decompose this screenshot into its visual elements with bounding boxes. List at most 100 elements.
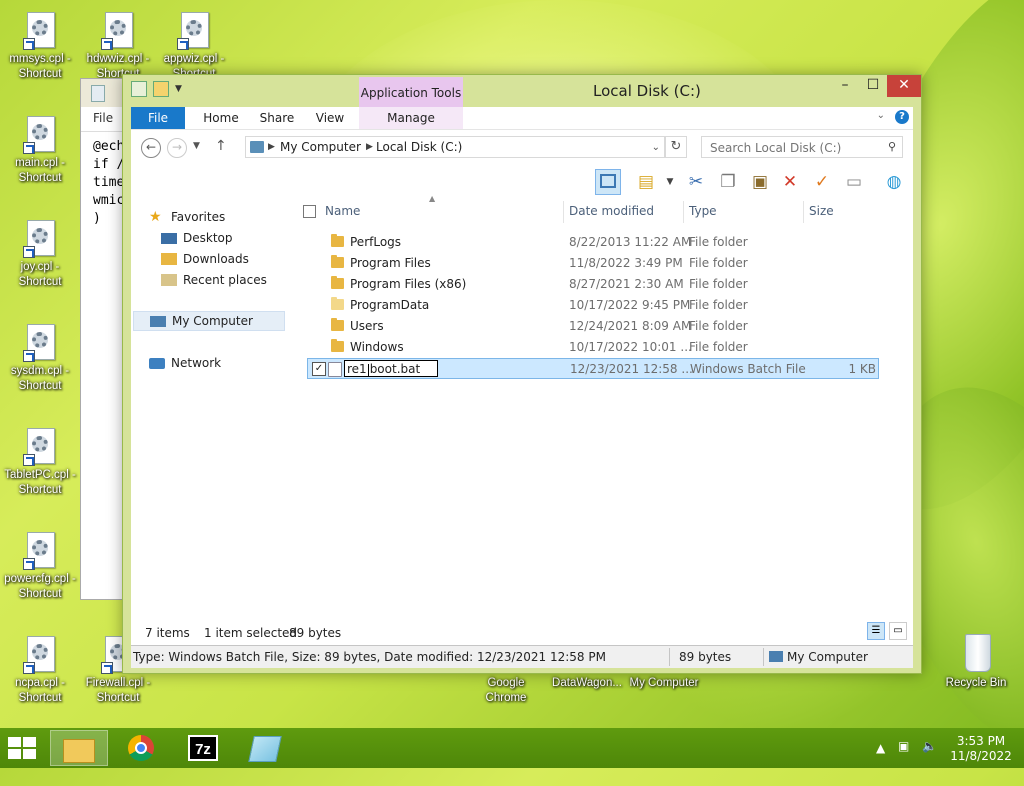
column-header-date[interactable]: Date modified — [569, 199, 654, 223]
tab-view[interactable]: View — [305, 107, 355, 129]
desktop-icon-main[interactable]: main.cpl - Shortcut — [0, 116, 80, 186]
tab-manage[interactable]: Manage — [359, 107, 463, 129]
view-options-icon[interactable]: ▤ — [633, 169, 659, 195]
control-panel-icon — [186, 20, 202, 36]
copy-icon[interactable]: ❐ — [715, 169, 741, 195]
shortcut-arrow-icon — [23, 38, 35, 50]
column-separator[interactable] — [683, 201, 684, 223]
notepad-icon — [91, 85, 105, 102]
desktop-icon-appwiz[interactable]: appwiz.cpl - Shortcut — [154, 12, 234, 82]
desktop-icon-powercfg[interactable]: powercfg.cpl - Shortcut — [0, 532, 80, 602]
refresh-button[interactable]: ↻ — [665, 136, 687, 158]
desktop-icon-mmsys[interactable]: mmsys.cpl - Shortcut — [0, 12, 80, 82]
nav-downloads[interactable]: Downloads — [161, 249, 249, 269]
search-box[interactable]: ⚲ — [701, 136, 903, 158]
file-date: 12/23/2021 12:58 ... — [570, 362, 693, 376]
tab-file[interactable]: File — [131, 107, 185, 129]
chrome-icon — [128, 735, 154, 761]
nav-network[interactable]: Network — [149, 353, 221, 373]
file-name: Program Files (x86) — [350, 277, 467, 291]
window-titlebar[interactable]: ▼ Application Tools Local Disk (C:) – ☐ … — [123, 75, 921, 107]
column-header-name[interactable]: Name — [325, 199, 360, 223]
properties-icon[interactable] — [131, 81, 147, 97]
help-icon[interactable]: ? — [895, 110, 909, 124]
file-row-programdata[interactable]: ProgramData 10/17/2022 9:45 PM File fold… — [307, 295, 879, 316]
preview-pane-button[interactable] — [595, 169, 621, 195]
delete-icon[interactable]: ✕ — [777, 169, 803, 195]
recent-locations-chevron-icon[interactable]: ▼ — [193, 141, 200, 151]
minimize-button[interactable]: – — [831, 75, 859, 97]
desktop-icon-tabletpc[interactable]: TabletPC.cpl - Shortcut — [0, 428, 80, 498]
file-name: PerfLogs — [350, 235, 402, 249]
customize-qat-icon[interactable]: ▼ — [175, 84, 182, 94]
desktop-icon-label: joy.cpl - Shortcut — [18, 261, 62, 288]
control-panel-icon — [32, 124, 48, 140]
details-view-button[interactable]: ☰ — [867, 622, 885, 640]
desktop-icon-sysdm[interactable]: sysdm.cpl - Shortcut — [0, 324, 80, 394]
start-button[interactable] — [8, 737, 36, 759]
taskbar-file-explorer[interactable] — [50, 730, 108, 766]
file-row-program-files-x86[interactable]: Program Files (x86) 8/27/2021 2:30 AM Fi… — [307, 274, 879, 295]
desktop-icon-hdwwiz[interactable]: hdwwiz.cpl - Shortcut — [78, 12, 158, 82]
search-input[interactable] — [708, 138, 882, 158]
column-header-type[interactable]: Type — [689, 199, 717, 223]
column-header-size[interactable]: Size — [809, 199, 834, 223]
globe-icon[interactable]: ◍ — [881, 169, 907, 195]
tab-home[interactable]: Home — [193, 107, 249, 129]
breadcrumb-my-computer[interactable]: My Computer — [280, 140, 361, 154]
back-button[interactable]: ← — [141, 138, 161, 158]
search-icon[interactable]: ⚲ — [888, 140, 896, 153]
tab-share[interactable]: Share — [249, 107, 305, 129]
view-options-dropdown-icon[interactable]: ▼ — [657, 169, 683, 195]
taskbar-chrome[interactable] — [112, 730, 170, 766]
network-icon[interactable]: ▣ — [898, 739, 909, 754]
large-icons-view-button[interactable]: ▭ — [889, 622, 907, 640]
desktop-icon-recycle-bin[interactable]: Recycle Bin — [936, 630, 1016, 691]
nav-desktop[interactable]: Desktop — [161, 228, 233, 248]
breadcrumb-arrow-icon: ▶ — [268, 142, 275, 152]
nav-favorites[interactable]: ★ Favorites — [149, 207, 225, 227]
up-button[interactable]: ↑ — [215, 138, 227, 154]
breadcrumb-arrow-icon: ▶ — [366, 142, 373, 152]
rename-check-icon[interactable]: ✓ — [809, 169, 835, 195]
paste-icon[interactable]: ▣ — [747, 169, 773, 195]
desktop-icon-label: sysdm.cpl - Shortcut — [10, 365, 70, 392]
row-checkbox[interactable]: ✓ — [312, 362, 326, 376]
desktop-icon-joy[interactable]: joy.cpl - Shortcut — [0, 220, 80, 290]
desktop-icon-chrome[interactable]: Google Chrome — [466, 676, 546, 706]
address-dropdown-icon[interactable]: ⌄ — [652, 142, 660, 153]
volume-muted-icon[interactable]: 🔈 — [922, 739, 937, 754]
address-bar[interactable]: ▶ My Computer ▶ Local Disk (C:) ⌄ — [245, 136, 665, 158]
file-row-windows[interactable]: Windows 10/17/2022 10:01 ... File folder — [307, 337, 879, 358]
taskbar-7zip[interactable]: 7z — [174, 730, 232, 766]
desktop-icon-ncpa[interactable]: ncpa.cpl - Shortcut — [0, 636, 80, 706]
file-row-program-files[interactable]: Program Files 11/8/2022 3:49 PM File fol… — [307, 253, 879, 274]
cut-icon[interactable]: ✂ — [683, 169, 709, 195]
nav-my-computer[interactable]: My Computer — [133, 311, 285, 331]
file-row-reboot-bat[interactable]: ✓ re1 boot.bat 12/23/2021 12:58 ... Windo… — [307, 358, 879, 379]
maximize-button[interactable]: ☐ — [859, 75, 887, 97]
folder-icon — [331, 234, 344, 247]
show-hidden-icons-button[interactable]: ▲ — [876, 741, 885, 756]
taskbar-notepad[interactable] — [236, 730, 294, 766]
rename-input[interactable]: re1 boot.bat — [344, 360, 438, 377]
forward-button[interactable]: → — [167, 138, 187, 158]
desktop-icon-my-computer[interactable]: My Computer — [622, 676, 706, 691]
close-button[interactable]: ✕ — [887, 75, 921, 97]
properties-toolbar-icon[interactable]: ▭ — [841, 169, 867, 195]
column-separator[interactable] — [803, 201, 804, 223]
file-row-users[interactable]: Users 12/24/2021 8:09 AM File folder — [307, 316, 879, 337]
clock[interactable]: 3:53 PM 11/8/2022 — [950, 734, 1012, 764]
new-folder-icon[interactable] — [153, 81, 169, 97]
ribbon-expand-chevron-icon[interactable]: ⌄ — [877, 110, 885, 121]
file-row-perflogs[interactable]: PerfLogs 8/22/2013 11:22 AM File folder — [307, 232, 879, 253]
nav-recent-places[interactable]: Recent places — [161, 270, 267, 290]
column-separator[interactable] — [563, 201, 564, 223]
select-all-checkbox[interactable] — [303, 205, 316, 218]
desktop-icon-datawagon[interactable]: DataWagon... — [544, 676, 630, 691]
shortcut-arrow-icon — [23, 350, 35, 362]
explorer-window[interactable]: ▼ Application Tools Local Disk (C:) – ☐ … — [122, 74, 922, 674]
breadcrumb-local-disk[interactable]: Local Disk (C:) — [376, 140, 462, 154]
folder-icon — [331, 255, 344, 268]
desktop-icon-label: TabletPC.cpl - Shortcut — [4, 469, 76, 496]
